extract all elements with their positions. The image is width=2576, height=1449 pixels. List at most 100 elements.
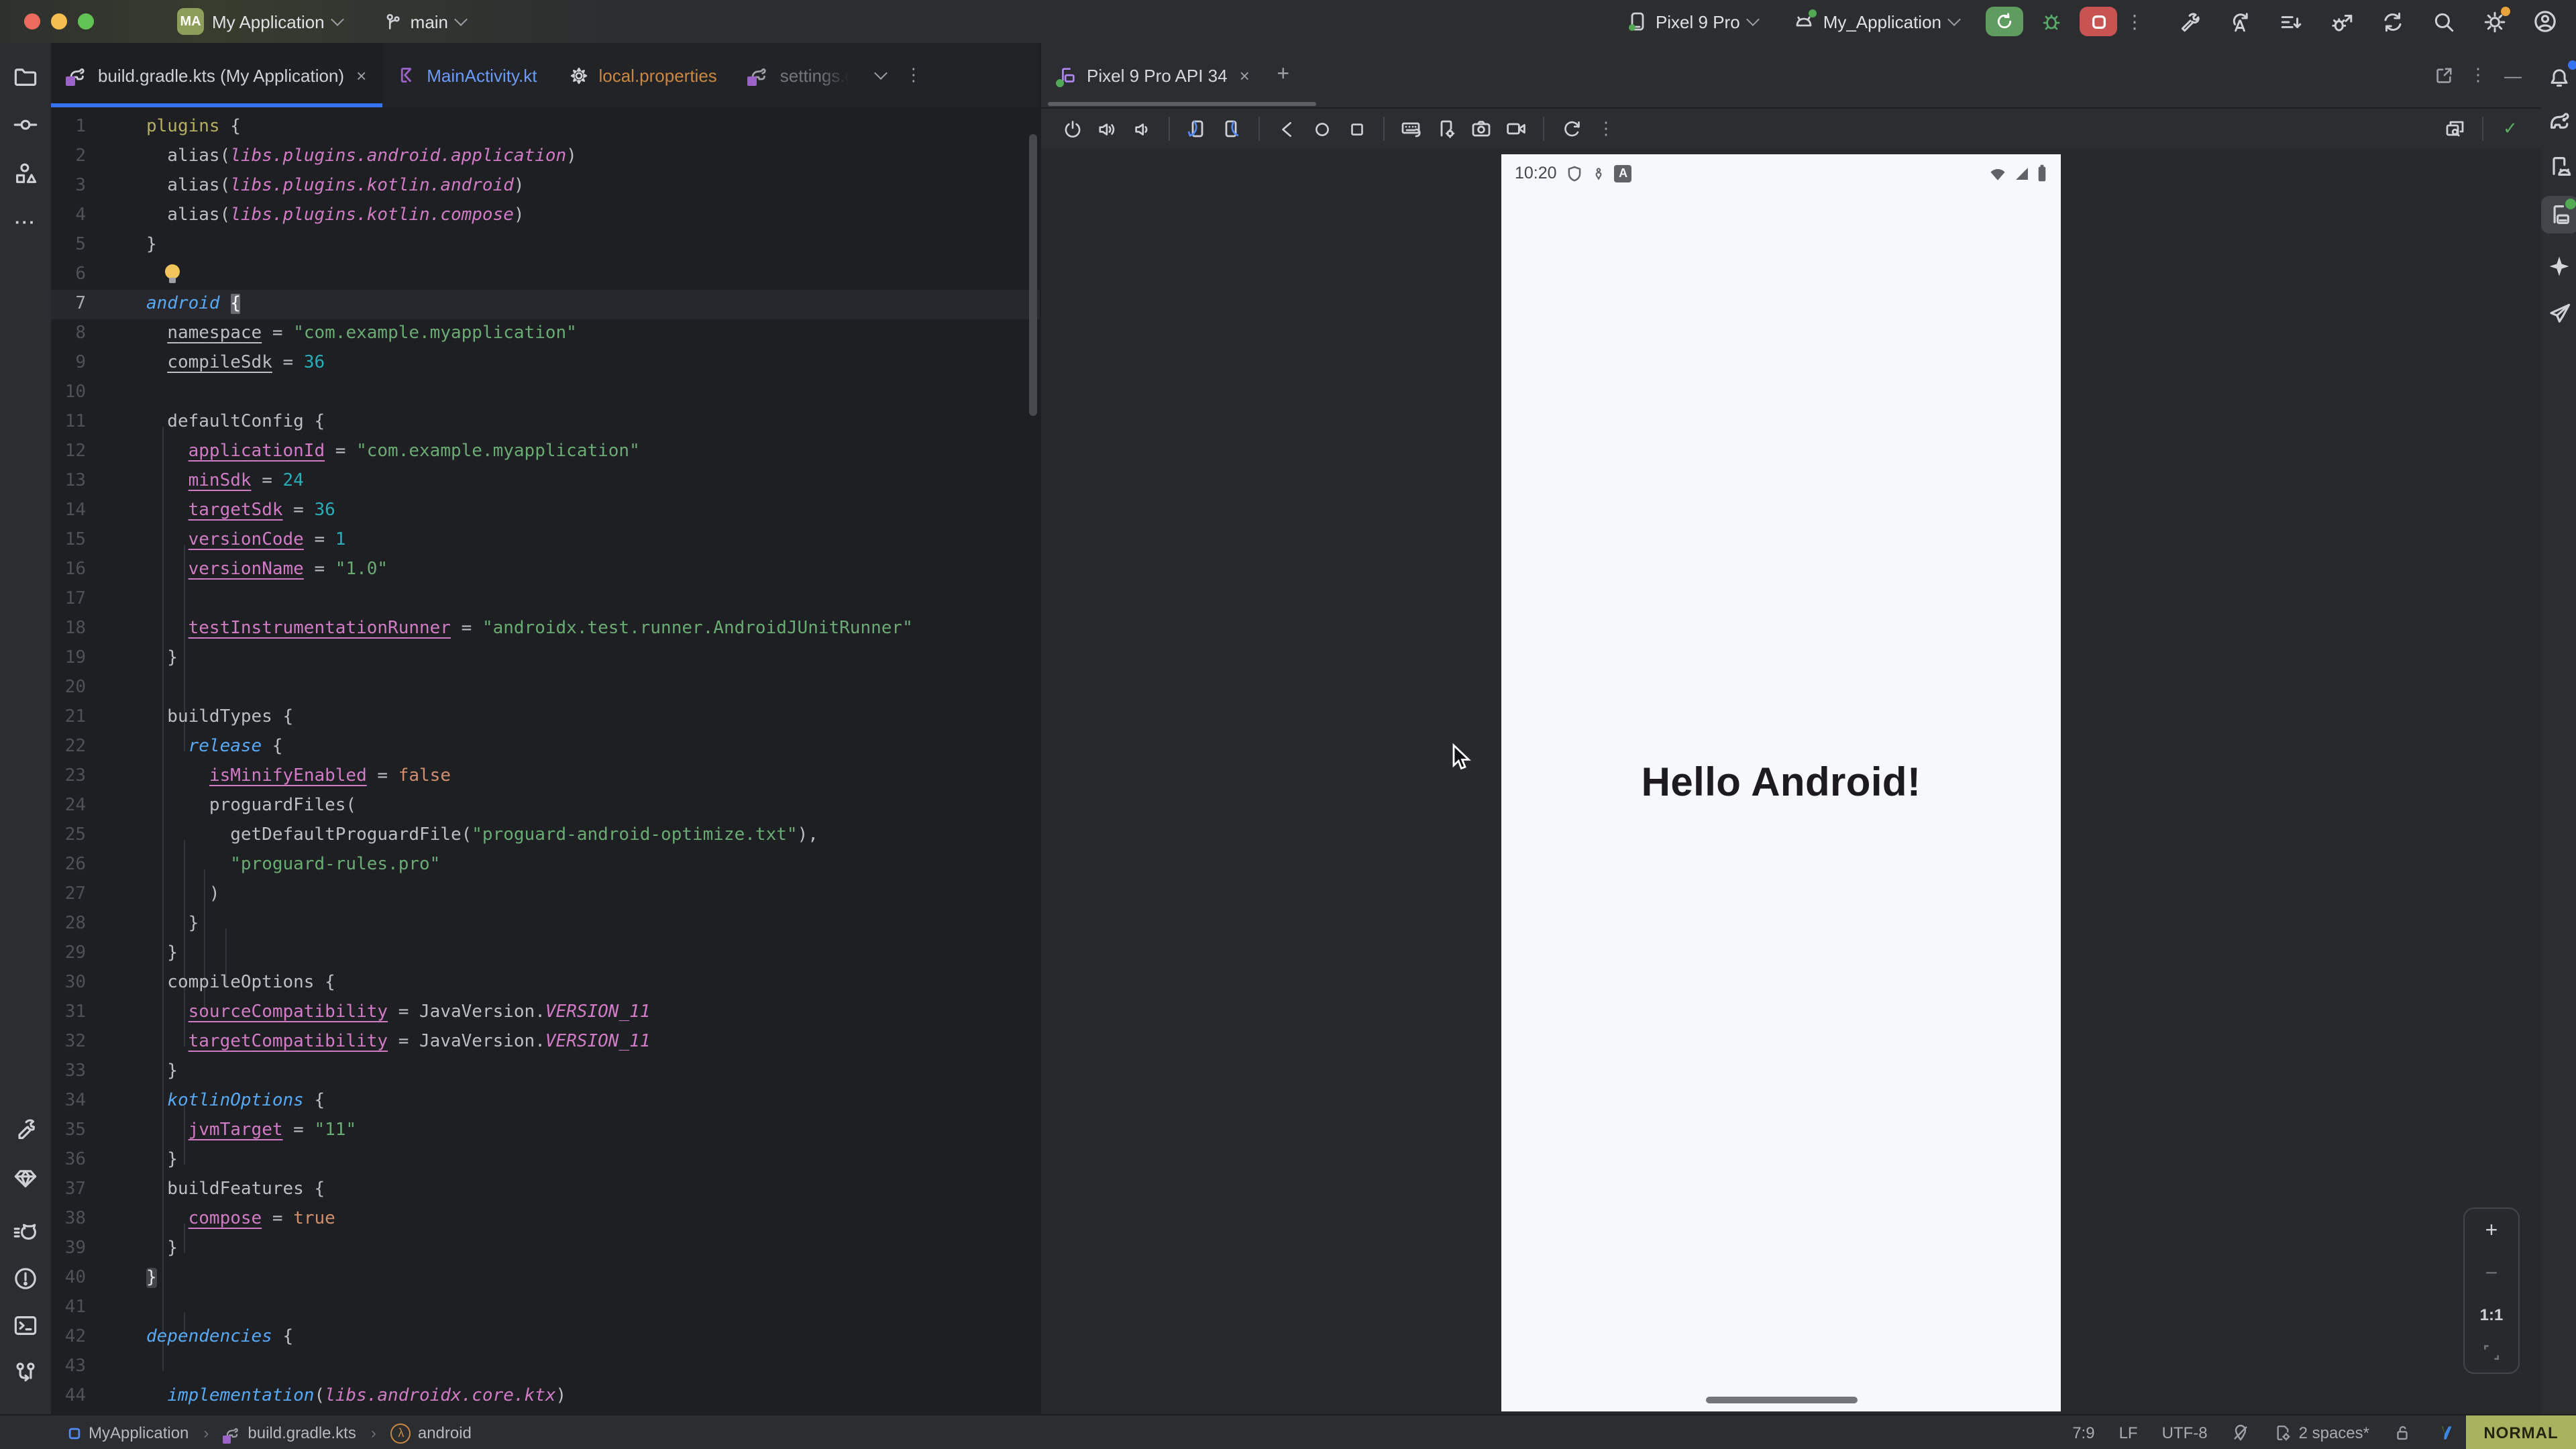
line-number[interactable]: 36: [51, 1146, 86, 1175]
notifications-button[interactable]: [2543, 62, 2575, 94]
line-number[interactable]: 6: [51, 260, 86, 290]
toolbar-more-button[interactable]: ⋮: [1589, 113, 1623, 145]
line-number[interactable]: 22: [51, 733, 86, 762]
code-line[interactable]: 20: [51, 674, 1040, 703]
code-line[interactable]: 3 alias(libs.plugins.kotlin.android): [51, 172, 1040, 201]
line-number[interactable]: 25: [51, 821, 86, 851]
rotate-left-button[interactable]: [1179, 113, 1214, 145]
line-number[interactable]: 38: [51, 1205, 86, 1234]
device-selector[interactable]: Pixel 9 Pro: [1615, 7, 1768, 36]
hide-panel-button[interactable]: —: [2496, 59, 2530, 91]
hardware-input-button[interactable]: [1394, 113, 1429, 145]
highlighting-level-button[interactable]: [2220, 1424, 2263, 1442]
panel-options-button[interactable]: ⋮: [2461, 59, 2496, 91]
code-line[interactable]: 5}: [51, 231, 1040, 260]
close-device-tab-icon[interactable]: ×: [1240, 65, 1250, 85]
search-everywhere-button[interactable]: [2426, 5, 2461, 38]
tab-local-properties[interactable]: local.properties: [553, 43, 733, 107]
problems-tool-button[interactable]: [5, 1258, 46, 1299]
code-line[interactable]: 37 buildFeatures {: [51, 1175, 1040, 1205]
gradle-tool-button[interactable]: [2543, 105, 2575, 137]
ui-inspection-button[interactable]: [2438, 113, 2473, 145]
code-line[interactable]: 19 }: [51, 644, 1040, 674]
line-number[interactable]: 14: [51, 496, 86, 526]
line-number[interactable]: 34: [51, 1087, 86, 1116]
code-line[interactable]: 30 compileOptions {: [51, 969, 1040, 998]
code-line[interactable]: 39 }: [51, 1234, 1040, 1264]
apply-changes-restart-activity-button[interactable]: [2222, 5, 2257, 38]
zoom-to-fit-button[interactable]: [2482, 1343, 2501, 1362]
code-line[interactable]: 31 sourceCompatibility = JavaVersion.VER…: [51, 998, 1040, 1028]
line-number[interactable]: 13: [51, 467, 86, 496]
code-line[interactable]: 17: [51, 585, 1040, 614]
tab-mainactivity-kt[interactable]: MainActivity.kt: [382, 43, 553, 107]
apply-code-changes-button[interactable]: [2273, 5, 2308, 38]
tab-scrollbar[interactable]: [1048, 102, 1316, 106]
line-number[interactable]: 7: [51, 290, 86, 319]
commit-tool-button[interactable]: [5, 105, 46, 145]
line-number[interactable]: 19: [51, 644, 86, 674]
line-number[interactable]: 28: [51, 910, 86, 939]
code-editor[interactable]: 1plugins {2 alias(libs.plugins.android.a…: [51, 107, 1040, 1414]
code-line[interactable]: 23 isMinifyEnabled = false: [51, 762, 1040, 792]
running-devices-button[interactable]: [2541, 196, 2576, 233]
line-number[interactable]: 4: [51, 201, 86, 231]
line-number[interactable]: 35: [51, 1116, 86, 1146]
code-line[interactable]: 13 minSdk = 24: [51, 467, 1040, 496]
line-number[interactable]: 16: [51, 555, 86, 585]
open-in-new-window-button[interactable]: [2426, 59, 2461, 91]
profile-button[interactable]: [2528, 5, 2563, 38]
line-number[interactable]: 15: [51, 526, 86, 555]
vim-plugin-indicator[interactable]: [2423, 1424, 2466, 1442]
code-line[interactable]: 22 release {: [51, 733, 1040, 762]
code-line[interactable]: 38 compose = true: [51, 1205, 1040, 1234]
code-line[interactable]: 21 buildTypes {: [51, 703, 1040, 733]
device-tab[interactable]: Pixel 9 Pro API 34 ×: [1041, 43, 1266, 107]
code-line[interactable]: 34 kotlinOptions {: [51, 1087, 1040, 1116]
run-configuration-selector[interactable]: My_Application: [1782, 7, 1970, 36]
code-line[interactable]: 35 jvmTarget = "11": [51, 1116, 1040, 1146]
emulator-screen[interactable]: 10:20 A Hello Android!: [1501, 154, 2061, 1411]
line-separator[interactable]: LF: [2107, 1424, 2150, 1442]
settings-button[interactable]: [2477, 5, 2512, 38]
editor-scrollbar[interactable]: [1029, 134, 1037, 416]
code-line[interactable]: 15 versionCode = 1: [51, 526, 1040, 555]
line-number[interactable]: 33: [51, 1057, 86, 1087]
zoom-one-to-one-button[interactable]: 1:1: [2480, 1305, 2504, 1324]
code-line[interactable]: 44 implementation(libs.androidx.core.ktx…: [51, 1382, 1040, 1411]
line-number[interactable]: 3: [51, 172, 86, 201]
debug-button[interactable]: [2034, 5, 2069, 38]
line-number[interactable]: 9: [51, 349, 86, 378]
add-device-tab-button[interactable]: +: [1266, 59, 1301, 91]
line-number[interactable]: 31: [51, 998, 86, 1028]
maximize-window-button[interactable]: [78, 13, 94, 30]
volume-up-button[interactable]: [1089, 113, 1124, 145]
zoom-out-button[interactable]: −: [2485, 1263, 2498, 1287]
power-button[interactable]: [1055, 113, 1089, 145]
line-number[interactable]: 12: [51, 437, 86, 467]
line-number[interactable]: 1: [51, 113, 86, 142]
line-number[interactable]: 27: [51, 880, 86, 910]
zoom-in-button[interactable]: +: [2485, 1220, 2498, 1244]
breadcrumb-element[interactable]: android: [418, 1424, 472, 1442]
sync-gradle-button[interactable]: [2375, 5, 2410, 38]
caret-position[interactable]: 7:9: [2060, 1424, 2106, 1442]
code-line[interactable]: 1plugins {: [51, 113, 1040, 142]
code-line[interactable]: 24 proguardFiles(: [51, 792, 1040, 821]
reset-device-view-button[interactable]: [1554, 113, 1589, 145]
tab-list-dropdown[interactable]: [866, 43, 897, 107]
more-tool-windows-button[interactable]: ···: [5, 201, 46, 241]
code-line[interactable]: 33 }: [51, 1057, 1040, 1087]
file-writable-toggle[interactable]: [2381, 1424, 2423, 1442]
code-line[interactable]: 29 }: [51, 939, 1040, 969]
code-line[interactable]: 16 versionName = "1.0": [51, 555, 1040, 585]
code-line[interactable]: 7android {: [51, 290, 1040, 319]
indent-config-button[interactable]: 2 spaces*: [2263, 1424, 2381, 1442]
line-number[interactable]: 32: [51, 1028, 86, 1057]
code-line[interactable]: 18 testInstrumentationRunner = "androidx…: [51, 614, 1040, 644]
build-tool-button[interactable]: [5, 1110, 46, 1150]
line-number[interactable]: 44: [51, 1382, 86, 1411]
android-overview-button[interactable]: [1339, 113, 1374, 145]
logcat-tool-button[interactable]: [5, 1210, 46, 1250]
line-number[interactable]: 39: [51, 1234, 86, 1264]
